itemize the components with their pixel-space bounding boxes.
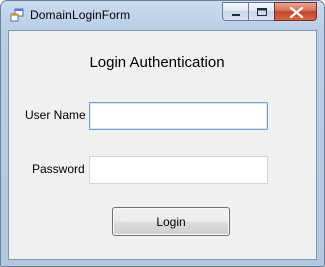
login-button[interactable]: Login bbox=[112, 207, 230, 236]
minimize-icon bbox=[232, 14, 240, 16]
username-label: User Name bbox=[25, 108, 86, 122]
close-button[interactable] bbox=[274, 2, 317, 21]
maximize-button[interactable] bbox=[248, 2, 274, 21]
title-bar[interactable]: DomainLoginForm bbox=[1, 1, 324, 29]
close-icon bbox=[289, 6, 304, 19]
password-input[interactable] bbox=[89, 156, 268, 184]
username-input[interactable] bbox=[89, 102, 268, 130]
caption-buttons bbox=[222, 2, 317, 21]
page-title: Login Authentication bbox=[89, 54, 225, 71]
maximize-icon bbox=[257, 8, 267, 16]
minimize-button[interactable] bbox=[222, 2, 248, 21]
app-form-icon[interactable] bbox=[10, 8, 24, 22]
password-label: Password bbox=[32, 162, 85, 176]
window-title: DomainLoginForm bbox=[30, 8, 131, 22]
form-client-area: Login Authentication User Name Password … bbox=[8, 30, 317, 260]
login-window: DomainLoginForm Login Authentication Use… bbox=[0, 0, 325, 267]
